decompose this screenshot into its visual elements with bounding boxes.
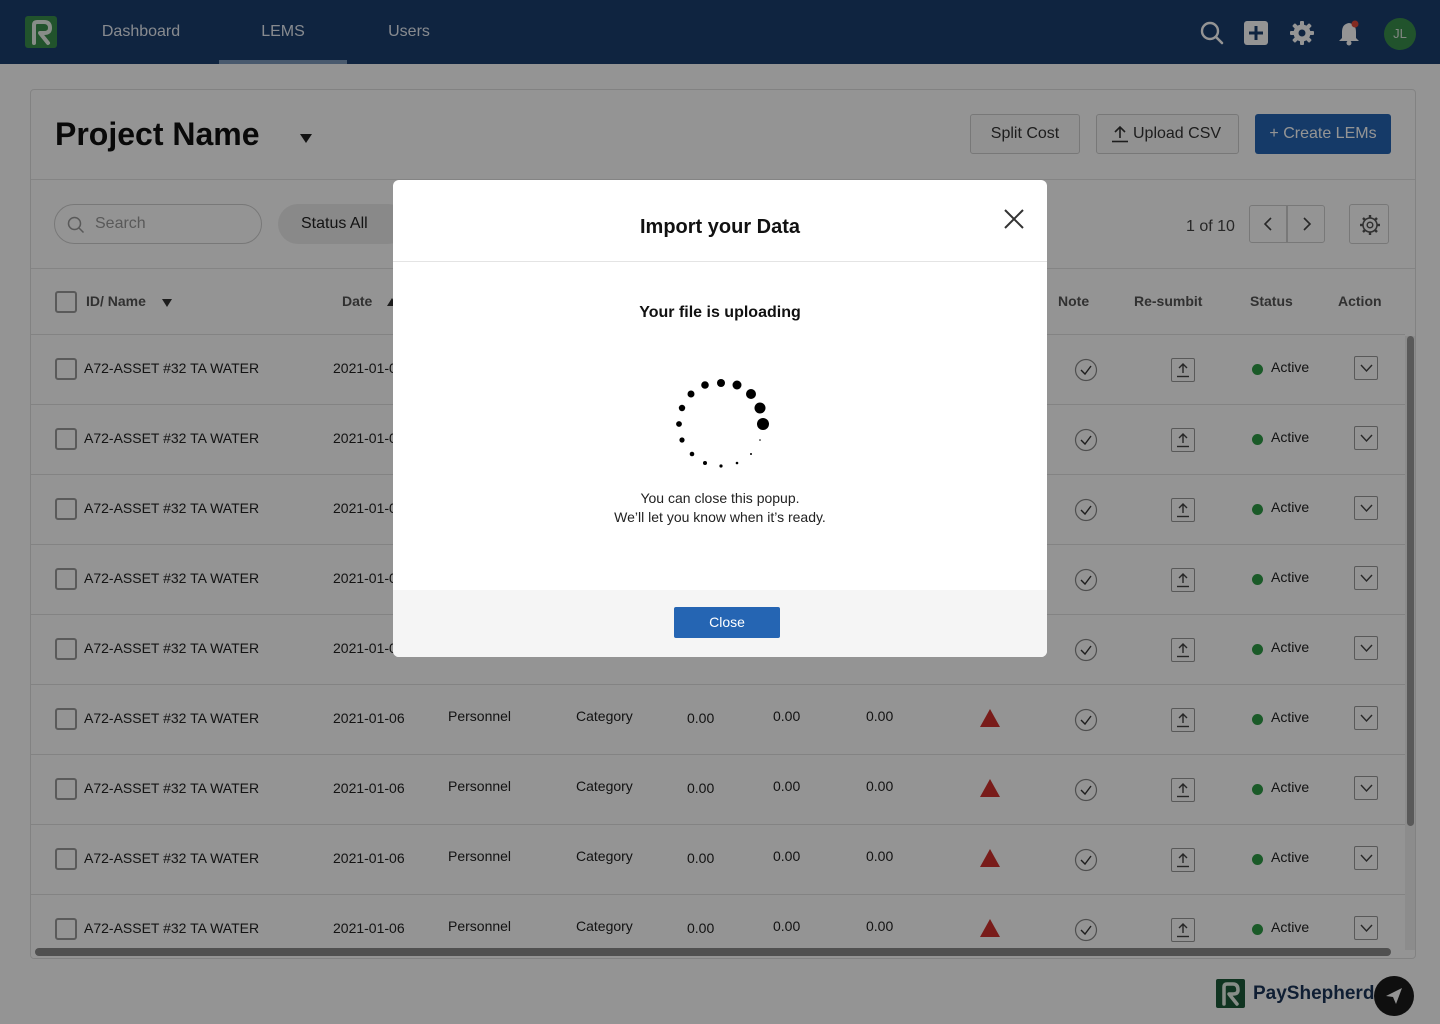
loading-spinner-icon (676, 379, 769, 468)
modal-title: Import your Data (639, 216, 801, 238)
modal-message-line-1: You can close this popup. (640, 490, 800, 506)
modal-footer: Close (393, 590, 1047, 657)
modal-message: You can close this popup. We’ll let you … (393, 489, 1047, 527)
import-data-modal: Import your Data Your file is uploading … (393, 180, 1047, 657)
upload-status-heading: Your file is uploading (639, 304, 801, 321)
close-button[interactable]: Close (674, 607, 780, 638)
modal-divider (393, 261, 1047, 262)
modal-message-line-2: We’ll let you know when it’s ready. (614, 509, 826, 525)
close-icon[interactable] (1001, 206, 1027, 232)
